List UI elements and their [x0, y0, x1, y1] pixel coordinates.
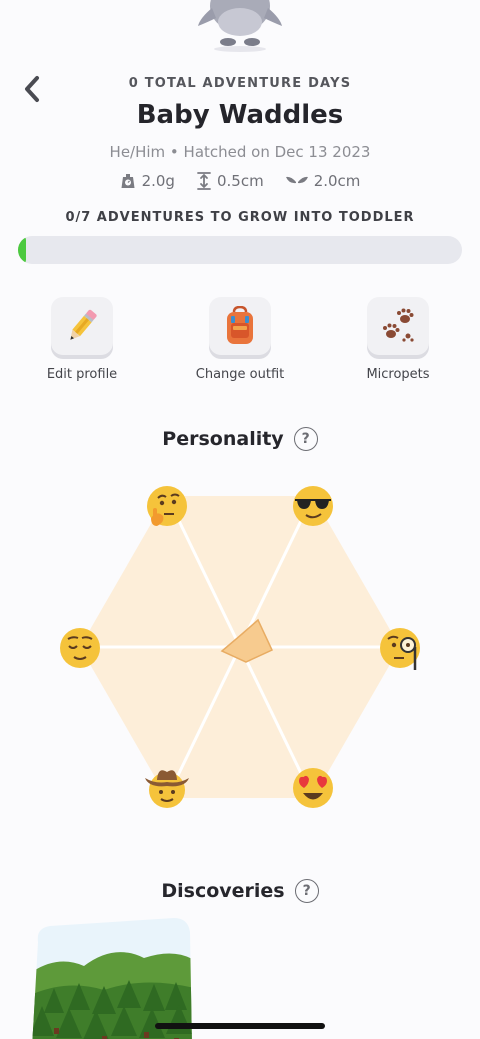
discoveries-section-title: Discoveries ? [0, 879, 480, 903]
growth-progress-bar [18, 236, 462, 264]
stat-wingspan: 2.0cm [285, 172, 361, 190]
total-adventure-days: 0 TOTAL ADVENTURE DAYS [128, 76, 352, 91]
cool-sunglasses-face-icon [293, 486, 333, 526]
pencil-icon [70, 309, 97, 340]
relieved-face-icon [60, 628, 100, 668]
micropets-button[interactable]: Micropets [328, 297, 468, 382]
discoveries-title-text: Discoveries [161, 880, 285, 902]
personality-help-icon[interactable]: ? [293, 427, 318, 451]
edit-profile-label: Edit profile [46, 367, 118, 382]
edit-profile-button[interactable]: Edit profile [12, 297, 152, 382]
pet-name: Baby Waddles [136, 100, 344, 130]
discovery-card-forest[interactable] [24, 918, 194, 1039]
stat-height-value: 0.5cm [216, 172, 264, 190]
stat-weight: 2.0g [120, 172, 175, 190]
change-outfit-label: Change outfit [195, 367, 285, 382]
growth-progress-fill [18, 236, 26, 264]
micropets-tile[interactable] [367, 297, 429, 355]
micropets-label: Micropets [366, 367, 430, 382]
stat-height: 0.5cm [197, 172, 264, 190]
stat-wingspan-value: 2.0cm [313, 172, 361, 190]
personality-hexagon-chart [60, 486, 420, 808]
pet-subtitle: He/Him • Hatched on Dec 13 2023 [109, 143, 371, 161]
heart-eyes-face-icon [293, 768, 333, 808]
paw-prints-icon [383, 308, 414, 342]
edit-profile-tile[interactable] [51, 297, 113, 355]
change-outfit-tile[interactable] [209, 297, 271, 355]
pet-stats: 2.0g 0.5cm 2.0cm [0, 172, 480, 190]
penguin-avatar [198, 0, 282, 52]
height-icon [197, 172, 211, 190]
home-indicator[interactable] [155, 1023, 325, 1029]
backpack-icon [227, 306, 253, 344]
stat-weight-value: 2.0g [141, 172, 175, 190]
thinking-face-icon [147, 486, 187, 526]
discoveries-help-icon[interactable]: ? [294, 879, 319, 903]
personality-title-text: Personality [162, 428, 284, 450]
wings-icon [285, 176, 308, 184]
growth-label: 0/7 ADVENTURES TO GROW INTO TODDLER [65, 210, 415, 225]
scale-icon [121, 174, 135, 188]
personality-section-title: Personality ? [0, 427, 480, 451]
change-outfit-button[interactable]: Change outfit [170, 297, 310, 382]
